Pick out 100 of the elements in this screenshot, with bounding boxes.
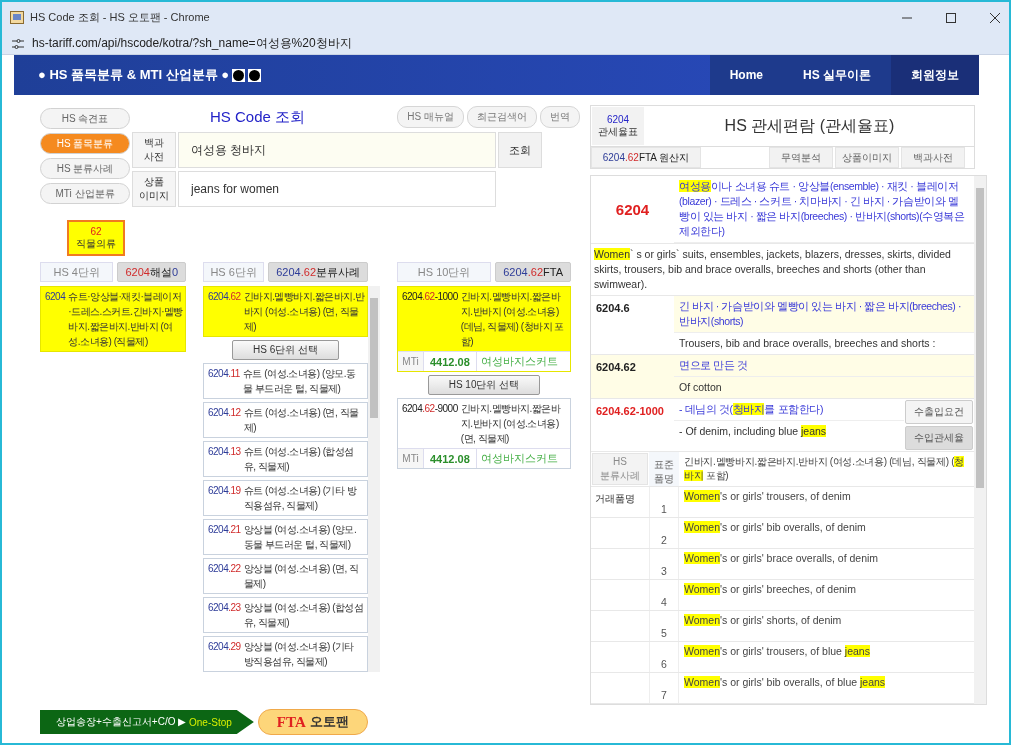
hs-code: 6204.62-9000: [402, 402, 458, 416]
action-button[interactable]: 수입관세율: [905, 426, 973, 450]
row-number: 4: [661, 596, 667, 608]
code-item[interactable]: 6204.62 긴바지.멜빵바지.짧은바지.반바지 (여성.소녀용) (면, 직물제): [203, 286, 368, 337]
hs-code: 6204.62: [595, 360, 637, 375]
korean-description: 긴 바지 · 가슴받이와 멜빵이 있는 바지 · 짧은 바지(breeches) · 반바지(shorts): [674, 296, 974, 333]
item-description: 앙상블 (여성.소녀용) (기타 방직용섬유, 직물제): [243, 640, 355, 669]
code-item[interactable]: 6204.62-9000 긴바지.멜빵바지.짧은바지.반바지 (여성.소녀용) (면, 직물제) MTi 4412.08 여성바지스커트: [397, 398, 571, 469]
hs-code: 6204: [45, 290, 66, 304]
action-button[interactable]: 수출입요건: [905, 400, 973, 424]
tool-button[interactable]: 번역: [540, 106, 580, 128]
mti-name: 여성바지스커트: [479, 354, 559, 369]
code-item[interactable]: 6204.13 슈트 (여성.소녀용) (합성섬유, 직물제): [203, 441, 368, 477]
side-nav-button[interactable]: HS 분류사례: [40, 158, 130, 179]
english-description: Of cotton: [678, 380, 723, 395]
search-label-button[interactable]: 백과 사전: [132, 132, 176, 168]
row-label: 표준 품명: [649, 452, 679, 486]
tariff-tab[interactable]: 상품이미지: [835, 147, 899, 168]
trade-name: Women's or girls' shorts, of denim: [683, 613, 843, 628]
tariff-tab[interactable]: 무역분석: [769, 147, 833, 168]
tool-button[interactable]: HS 매뉴얼: [397, 106, 464, 128]
tariff-code-label: 관세율표: [598, 124, 638, 139]
code-item[interactable]: 6204.11 슈트 (여성.소녀용) (양모.동물 부드러운 털, 직물제): [203, 363, 368, 399]
row-number: 6: [661, 658, 667, 670]
search-field[interactable]: jeans for women: [178, 171, 496, 207]
tariff-code: 6204: [606, 113, 630, 125]
code-item[interactable]: 6204.22 앙상블 (여성.소녀용) (면, 직물제): [203, 558, 368, 594]
mti-code: 4412.08: [424, 449, 477, 468]
item-description: 앙상블 (여성.소녀용) (면, 직물제): [243, 562, 360, 591]
row-number: 2: [661, 534, 667, 546]
brand-title: ● HS 품목분류 & MTI 산업분류 ●: [38, 66, 230, 84]
mti-name: 여성바지스커트: [479, 451, 559, 466]
code-item[interactable]: 6204.29 앙상블 (여성.소녀용) (기타 방직용섬유, 직물제): [203, 636, 368, 672]
mti-label: MTi: [398, 449, 424, 468]
item-description: 긴바지.멜빵바지.짧은바지.반바지 (여성.소녀용) (데님, 직물제) (청바지 포함): [460, 290, 565, 349]
window-title: HS Code 조회 - HS 오토팬 - Chrome: [30, 10, 210, 25]
hs-code: 6204: [614, 200, 651, 220]
row-number: 3: [661, 565, 667, 577]
chapter-name: 직물의류: [76, 236, 116, 251]
tariff-code-button[interactable]: 6204 관세율표: [592, 107, 644, 145]
code-item[interactable]: 6204.19 슈트 (여성.소녀용) (기타 방직용섬유, 직물제): [203, 480, 368, 516]
scrollbar[interactable]: [368, 286, 380, 672]
site-settings-icon[interactable]: [12, 38, 24, 49]
row-label: 거래품명: [595, 493, 635, 504]
chapter-card[interactable]: 62 직물의류: [67, 220, 125, 256]
row-number: 7: [661, 689, 667, 701]
tariff-tab[interactable]: 백과사전: [901, 147, 965, 168]
hs-code: 6204.22: [208, 562, 241, 576]
trade-name: Women's or girls' breeches, of denim: [683, 582, 857, 597]
fta-logo-button[interactable]: FTA 오토팬: [257, 709, 368, 735]
hs-code: 6204.11: [208, 367, 240, 381]
code-item[interactable]: 6204.23 앙상블 (여성.소녀용) (합성섬유, 직물제): [203, 597, 368, 633]
tool-button[interactable]: 최근검색어: [467, 106, 537, 128]
circle-icon: [248, 68, 262, 82]
tariff-title: HS 관세편람 (관세율표): [723, 115, 896, 136]
item-description: 슈트 (여성.소녀용) (기타 방직용섬유, 직물제): [243, 484, 358, 513]
column-header: HS 6단위: [203, 262, 265, 282]
hs-code: 6204.13: [208, 445, 241, 459]
chapter-code: 62: [90, 225, 102, 237]
column-tab[interactable]: 6204해설0: [117, 262, 186, 282]
column-tab[interactable]: 6204.62분류사례: [268, 262, 368, 282]
english-description: Trousers, bib and brace overalls, breeches and shorts :: [678, 336, 937, 351]
hs-code: 6204.62-1000: [402, 290, 458, 304]
hs-code: 6204.12: [208, 406, 241, 420]
code-item[interactable]: 6204.12 슈트 (여성.소녀용) (면, 직물제): [203, 402, 368, 438]
hs-code: 6204.62-1000: [595, 404, 665, 419]
item-description: 긴바지.멜빵바지.짧은바지.반바지 (여성.소녀용) (면, 직물제): [243, 290, 365, 334]
app-icon: [10, 11, 24, 24]
nav-link[interactable]: HS 실무이론: [783, 55, 891, 95]
hs-code: 6204.6: [595, 301, 631, 316]
close-icon[interactable]: [989, 11, 1001, 24]
trade-name: Women's or girls' bib overalls, of denim: [683, 520, 867, 535]
code-item[interactable]: 6204 슈트·앙상블·재킷·블레이저·드레스.스커트.긴바지·멜빵바지.짧은바지.반바지 (여성.소녀용) (직물제): [40, 286, 186, 352]
nav-link[interactable]: 회원정보: [891, 55, 979, 95]
code-item[interactable]: 6204.62-1000 긴바지.멜빵바지.짧은바지.반바지 (여성.소녀용) (데님, 직물제) (청바지 포함) MTi 4412.08 여성바지스커트: [397, 286, 571, 372]
origin-tab[interactable]: 6204.62FTA 원산지: [591, 147, 701, 168]
search-label-button[interactable]: 상품 이미지: [132, 171, 176, 207]
trade-name: Women's or girls' trousers, of denim: [683, 489, 852, 504]
column-header: HS 10단위: [397, 262, 492, 282]
page-title: HS Code 조회: [210, 107, 306, 127]
promo-banner[interactable]: 상업송장+수출신고서+C/O ▶ One-Stop: [40, 710, 254, 734]
row-number: 1: [661, 503, 667, 515]
standard-name: 긴바지.멜빵바지.짧은바지.반바지 (여성.소녀용) (데님, 직물제) (청바지 포함): [683, 455, 965, 483]
side-nav-button[interactable]: MTi 산업분류: [40, 183, 130, 204]
search-button[interactable]: 조회: [498, 132, 542, 168]
item-description: 앙상블 (여성.소녀용) (양모.동물 부드러운 털, 직물제): [243, 523, 358, 552]
trade-name: Women's or girls' bib overalls, of blue jeans: [683, 675, 887, 690]
column-header: HS 4단위: [40, 262, 114, 282]
select-button[interactable]: HS 6단위 선택: [232, 340, 339, 360]
hs-code: 6204.23: [208, 601, 241, 615]
select-button[interactable]: HS 10단위 선택: [427, 375, 541, 395]
nav-link[interactable]: Home: [709, 55, 783, 95]
code-item[interactable]: 6204.21 앙상블 (여성.소녀용) (양모.동물 부드러운 털, 직물제): [203, 519, 368, 555]
column-tab[interactable]: 6204.62FTA: [495, 262, 571, 282]
trade-name: Women's or girls' brace overalls, of denim: [683, 551, 880, 566]
side-nav-button[interactable]: HS 속견표: [40, 108, 130, 129]
scrollbar[interactable]: [974, 176, 986, 704]
item-description: 슈트 (여성.소녀용) (양모.동물 부드러운 털, 직물제): [242, 367, 357, 396]
search-field[interactable]: 여성용 청바지: [178, 132, 496, 168]
maximize-icon[interactable]: [945, 11, 957, 24]
